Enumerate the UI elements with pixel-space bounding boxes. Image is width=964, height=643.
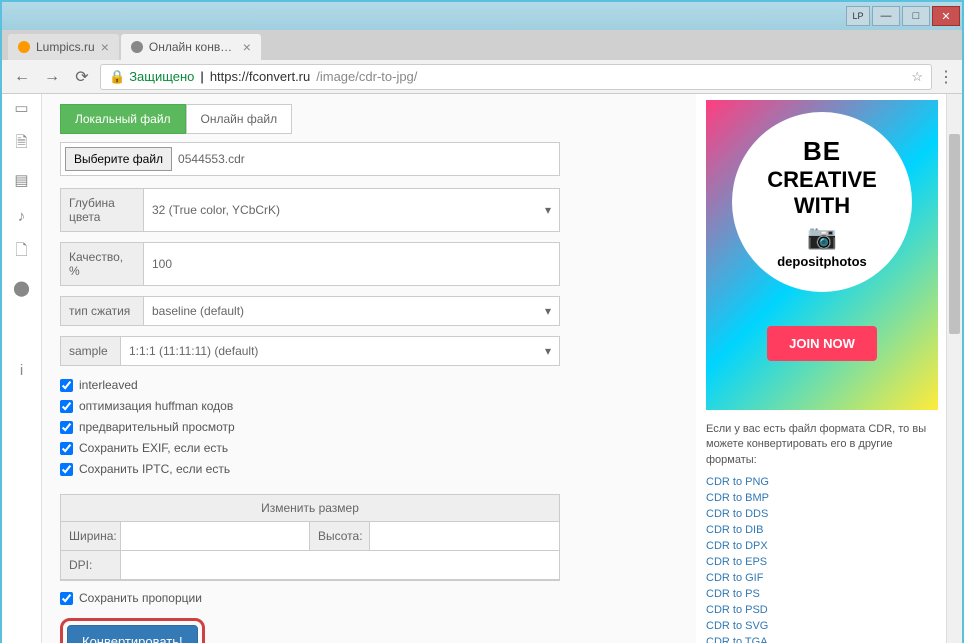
quality-input[interactable]	[143, 242, 560, 286]
location-icon[interactable]: ⬤	[12, 278, 32, 298]
format-link[interactable]: CDR to GIF	[706, 572, 936, 584]
minimize-button[interactable]: —	[872, 6, 900, 26]
checkbox-keep-proportions[interactable]: Сохранить пропорции	[60, 591, 560, 605]
document-icon[interactable]: 🗎	[12, 134, 32, 154]
audio-icon[interactable]: ♪	[12, 206, 32, 226]
tab-local-file[interactable]: Локальный файл	[60, 104, 186, 134]
favicon-icon	[18, 41, 30, 53]
upload-tabs: Локальный файл Онлайн файл	[60, 104, 560, 134]
height-input[interactable]	[370, 522, 559, 550]
checkbox-preview[interactable]: предварительный просмотр	[60, 420, 560, 434]
file-picker-row: Выберите файл 0544553.cdr	[60, 142, 560, 176]
main-content: Локальный файл Онлайн файл Выберите файл…	[42, 94, 696, 643]
compression-select[interactable]: baseline (default) ▾	[143, 296, 560, 326]
close-button[interactable]: ✕	[932, 6, 960, 26]
color-depth-label: Глубина цвета	[60, 188, 143, 232]
join-now-button[interactable]: JOIN NOW	[767, 326, 877, 361]
color-depth-row: Глубина цвета 32 (True color, YCbCrK) ▾	[60, 188, 560, 232]
omnibox[interactable]: 🔒 Защищено | https://fconvert.ru/image/c…	[100, 64, 932, 90]
file-icon[interactable]: 🗋	[12, 242, 32, 262]
url-host: https://fconvert.ru	[210, 69, 310, 84]
sample-label: sample	[60, 336, 120, 366]
height-label: Высота:	[310, 522, 370, 550]
menu-button[interactable]: ⋮	[938, 67, 954, 87]
format-link[interactable]: CDR to TGA	[706, 636, 936, 643]
compression-label: тип сжатия	[60, 296, 143, 326]
width-label: Ширина:	[61, 522, 121, 550]
chevron-down-icon: ▾	[545, 203, 551, 217]
formats-intro: Если у вас есть файл формата CDR, то вы …	[706, 422, 936, 468]
reload-button[interactable]: ⟳	[70, 65, 94, 89]
favicon-icon	[131, 41, 143, 53]
chevron-down-icon: ▾	[545, 344, 551, 358]
scroll-thumb[interactable]	[949, 134, 960, 334]
url-path: /image/cdr-to-jpg/	[316, 69, 417, 84]
checkbox-iptc[interactable]: Сохранить IPTC, если есть	[60, 462, 560, 476]
format-link[interactable]: CDR to PNG	[706, 476, 936, 488]
format-link[interactable]: CDR to PSD	[706, 604, 936, 616]
chosen-filename: 0544553.cdr	[178, 152, 245, 166]
scrollbar[interactable]	[946, 94, 962, 643]
checkbox-interleaved[interactable]: interleaved	[60, 378, 560, 392]
video-icon[interactable]: ▭	[12, 98, 32, 118]
formats-list: CDR to PNG CDR to BMP CDR to DDS CDR to DIB…	[706, 476, 936, 643]
address-bar: ← → ⟳ 🔒 Защищено | https://fconvert.ru/i…	[2, 60, 962, 94]
quality-row: Качество, %	[60, 242, 560, 286]
format-link[interactable]: CDR to EPS	[706, 556, 936, 568]
format-link[interactable]: CDR to DIB	[706, 524, 936, 536]
options-checkboxes: interleaved оптимизация huffman кодов пр…	[60, 378, 560, 476]
secure-indicator: 🔒 Защищено	[109, 69, 194, 85]
chevron-down-icon: ▾	[545, 304, 551, 318]
checkbox-huffman[interactable]: оптимизация huffman кодов	[60, 399, 560, 413]
compression-row: тип сжатия baseline (default) ▾	[60, 296, 560, 326]
tab-close-icon[interactable]: ×	[243, 39, 251, 55]
lock-icon: 🔒	[109, 69, 125, 85]
format-link[interactable]: CDR to SVG	[706, 620, 936, 632]
right-sidebar: BE CREATIVE WITH 📷 depositphotos JOIN NO…	[696, 94, 946, 643]
tab-online-file[interactable]: Онлайн файл	[186, 104, 293, 134]
resize-section: Изменить размер Ширина: Высота:	[60, 494, 560, 581]
format-link[interactable]: CDR to PS	[706, 588, 936, 600]
ad-banner[interactable]: BE CREATIVE WITH 📷 depositphotos JOIN NO…	[706, 100, 938, 410]
titlebar: LP — □ ✕	[2, 2, 962, 30]
forward-button[interactable]: →	[40, 65, 64, 89]
convert-button[interactable]: Конвертировать!	[67, 625, 198, 643]
dpi-input[interactable]	[121, 551, 559, 579]
tab-title: Онлайн конвертер изоб...	[149, 40, 237, 54]
browser-tabs: Lumpics.ru × Онлайн конвертер изоб... ×	[2, 30, 962, 60]
camera-icon: 📷	[807, 223, 837, 252]
format-link[interactable]: CDR to DDS	[706, 508, 936, 520]
tab-converter[interactable]: Онлайн конвертер изоб... ×	[121, 34, 261, 60]
color-depth-select[interactable]: 32 (True color, YCbCrK) ▾	[143, 188, 560, 232]
tab-lumpics[interactable]: Lumpics.ru ×	[8, 34, 119, 60]
choose-file-button[interactable]: Выберите файл	[65, 147, 172, 171]
dpi-label: DPI:	[61, 551, 121, 579]
maximize-button[interactable]: □	[902, 6, 930, 26]
sample-select[interactable]: 1:1:1 (11:11:11) (default) ▾	[120, 336, 560, 366]
left-sidebar: ▭ 🗎 ▤ ♪ 🗋 ⬤ i	[2, 94, 42, 643]
tab-close-icon[interactable]: ×	[101, 39, 109, 55]
tab-title: Lumpics.ru	[36, 40, 95, 54]
lp-button[interactable]: LP	[846, 6, 870, 26]
format-link[interactable]: CDR to DPX	[706, 540, 936, 552]
width-input[interactable]	[121, 522, 309, 550]
star-icon[interactable]: ☆	[911, 69, 923, 85]
format-link[interactable]: CDR to BMP	[706, 492, 936, 504]
convert-highlight: Конвертировать!	[60, 618, 205, 643]
back-button[interactable]: ←	[10, 65, 34, 89]
resize-header: Изменить размер	[61, 495, 559, 522]
quality-label: Качество, %	[60, 242, 143, 286]
checkbox-exif[interactable]: Сохранить EXIF, если есть	[60, 441, 560, 455]
book-icon[interactable]: ▤	[12, 170, 32, 190]
info-icon[interactable]: i	[12, 360, 32, 380]
sample-row: sample 1:1:1 (11:11:11) (default) ▾	[60, 336, 560, 366]
